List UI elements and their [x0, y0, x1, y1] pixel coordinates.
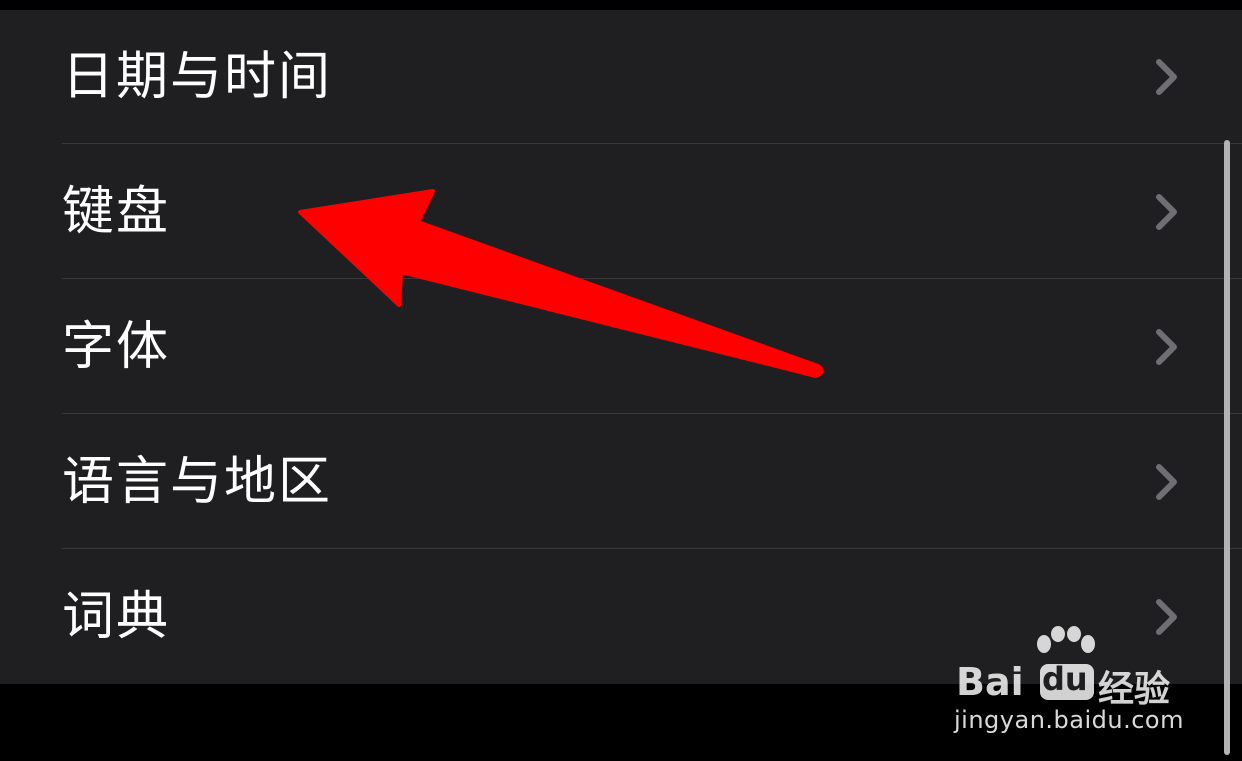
chevron-right-icon	[1156, 194, 1177, 230]
row-separator	[62, 278, 1242, 279]
watermark-brand-box-text: du	[1042, 660, 1088, 698]
watermark-brand: Bai	[956, 660, 1024, 704]
chevron-right-icon	[1156, 59, 1177, 95]
chevron-right-icon	[1156, 464, 1177, 500]
settings-list: 日期与时间 键盘 字体 语言与地区 词典	[0, 10, 1242, 684]
row-label: 日期与时间	[62, 47, 333, 107]
top-edge	[0, 0, 1242, 10]
watermark-url: jingyan.baidu.com	[954, 706, 1184, 734]
settings-row-fonts[interactable]: 字体	[0, 280, 1242, 414]
row-separator	[62, 548, 1242, 549]
row-label: 词典	[62, 587, 171, 647]
settings-row-keyboard[interactable]: 键盘	[0, 145, 1242, 279]
watermark-product: 经验	[1098, 669, 1171, 710]
scrollbar[interactable]	[1224, 140, 1230, 755]
row-separator	[62, 413, 1242, 414]
settings-row-date-time[interactable]: 日期与时间	[0, 10, 1242, 144]
chevron-right-icon	[1156, 329, 1177, 365]
row-label: 键盘	[62, 182, 171, 242]
row-separator	[62, 143, 1242, 144]
settings-screen: 日期与时间 键盘 字体 语言与地区 词典 Bai du 经验 jingyan.b…	[0, 0, 1242, 761]
baidu-jingyan-watermark: Bai du 经验 jingyan.baidu.com	[952, 626, 1184, 736]
settings-row-language-region[interactable]: 语言与地区	[0, 415, 1242, 549]
row-label: 字体	[62, 317, 171, 377]
row-label: 语言与地区	[62, 452, 333, 512]
